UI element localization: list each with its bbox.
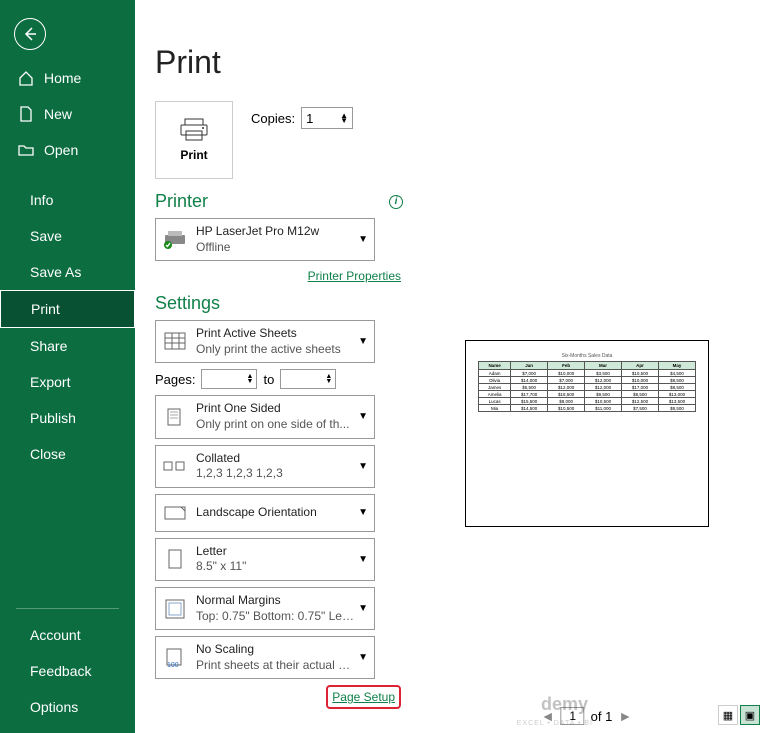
print-scope-selector[interactable]: Print Active SheetsOnly print the active… bbox=[155, 320, 375, 363]
nav-options[interactable]: Options bbox=[0, 689, 135, 725]
backstage-sidebar: HomeNewOpen InfoSaveSave AsPrintShareExp… bbox=[0, 0, 135, 733]
print-button-label: Print bbox=[180, 148, 207, 162]
nav-close[interactable]: Close bbox=[0, 436, 135, 472]
show-margins-button[interactable]: ▦ bbox=[718, 705, 738, 725]
open-icon bbox=[18, 142, 34, 158]
prev-page-button[interactable]: ◄ bbox=[541, 708, 555, 724]
page-navigator: ◄ of 1 ► bbox=[541, 707, 632, 725]
page-of-label: of 1 bbox=[591, 709, 613, 724]
svg-text:100: 100 bbox=[167, 662, 179, 668]
nav-feedback[interactable]: Feedback bbox=[0, 653, 135, 689]
printer-properties-link[interactable]: Printer Properties bbox=[308, 269, 401, 283]
sheets-icon bbox=[162, 329, 188, 355]
current-page-input[interactable] bbox=[561, 707, 585, 725]
main-area: Print Print Copies: 1 ▲▼ Printer i bbox=[135, 0, 768, 733]
orientation-selector[interactable]: Landscape Orientation ▼ bbox=[155, 494, 375, 532]
landscape-icon bbox=[162, 500, 188, 526]
print-preview-area: Six-Months Sales Data NameJanFebMarAprMa… bbox=[405, 28, 768, 733]
printer-heading: Printer bbox=[155, 191, 208, 212]
margins-selector[interactable]: Normal MarginsTop: 0.75" Bottom: 0.75" L… bbox=[155, 587, 375, 630]
page-setup-link[interactable]: Page Setup bbox=[332, 690, 395, 704]
one-sided-icon bbox=[162, 404, 188, 430]
pages-from-input[interactable]: ▲▼ bbox=[201, 369, 257, 389]
copies-label: Copies: bbox=[251, 111, 295, 126]
nav-print[interactable]: Print bbox=[0, 290, 135, 328]
collate-selector[interactable]: Collated1,2,3 1,2,3 1,2,3 ▼ bbox=[155, 445, 375, 488]
sides-selector[interactable]: Print One SidedOnly print on one side of… bbox=[155, 395, 375, 438]
paper-icon bbox=[162, 546, 188, 572]
back-button[interactable] bbox=[14, 18, 46, 50]
back-arrow-icon bbox=[22, 26, 38, 42]
printer-selector[interactable]: HP LaserJet Pro M12w Offline ▼ bbox=[155, 218, 375, 261]
pages-label: Pages: bbox=[155, 372, 195, 387]
preview-table: NameJanFebMarAprMayAdam$7,000$10,000$3,5… bbox=[478, 361, 696, 412]
chevron-down-icon: ▼ bbox=[358, 234, 368, 245]
print-button[interactable]: Print bbox=[155, 101, 233, 179]
nav-home[interactable]: Home bbox=[0, 60, 135, 96]
margins-icon bbox=[162, 596, 188, 622]
printer-info-icon[interactable]: i bbox=[389, 195, 403, 209]
nav-export[interactable]: Export bbox=[0, 364, 135, 400]
next-page-button[interactable]: ► bbox=[618, 708, 632, 724]
collate-icon bbox=[162, 453, 188, 479]
nav-share[interactable]: Share bbox=[0, 328, 135, 364]
home-icon bbox=[18, 70, 34, 86]
nav-publish[interactable]: Publish bbox=[0, 400, 135, 436]
page-setup-highlight: Page Setup bbox=[326, 685, 401, 709]
nav-new[interactable]: New bbox=[0, 96, 135, 132]
nav-open[interactable]: Open bbox=[0, 132, 135, 168]
pages-to-input[interactable]: ▲▼ bbox=[280, 369, 336, 389]
nav-info[interactable]: Info bbox=[0, 182, 135, 218]
scaling-icon: 100 bbox=[162, 645, 188, 671]
printer-icon bbox=[179, 118, 209, 142]
preview-page: Six-Months Sales Data NameJanFebMarAprMa… bbox=[465, 340, 709, 527]
paper-size-selector[interactable]: Letter8.5" x 11" ▼ bbox=[155, 538, 375, 581]
copies-input[interactable]: 1 ▲▼ bbox=[301, 107, 353, 129]
scaling-selector[interactable]: 100 No ScalingPrint sheets at their actu… bbox=[155, 636, 375, 679]
print-settings-column: Print Print Copies: 1 ▲▼ Printer i bbox=[135, 28, 405, 733]
nav-save-as[interactable]: Save As bbox=[0, 254, 135, 290]
settings-heading: Settings bbox=[155, 293, 220, 314]
zoom-to-page-button[interactable]: ▣ bbox=[740, 705, 760, 725]
printer-device-icon bbox=[162, 227, 188, 253]
page-title: Print bbox=[155, 44, 405, 81]
nav-account[interactable]: Account bbox=[0, 617, 135, 653]
nav-save[interactable]: Save bbox=[0, 218, 135, 254]
new-icon bbox=[18, 106, 34, 122]
